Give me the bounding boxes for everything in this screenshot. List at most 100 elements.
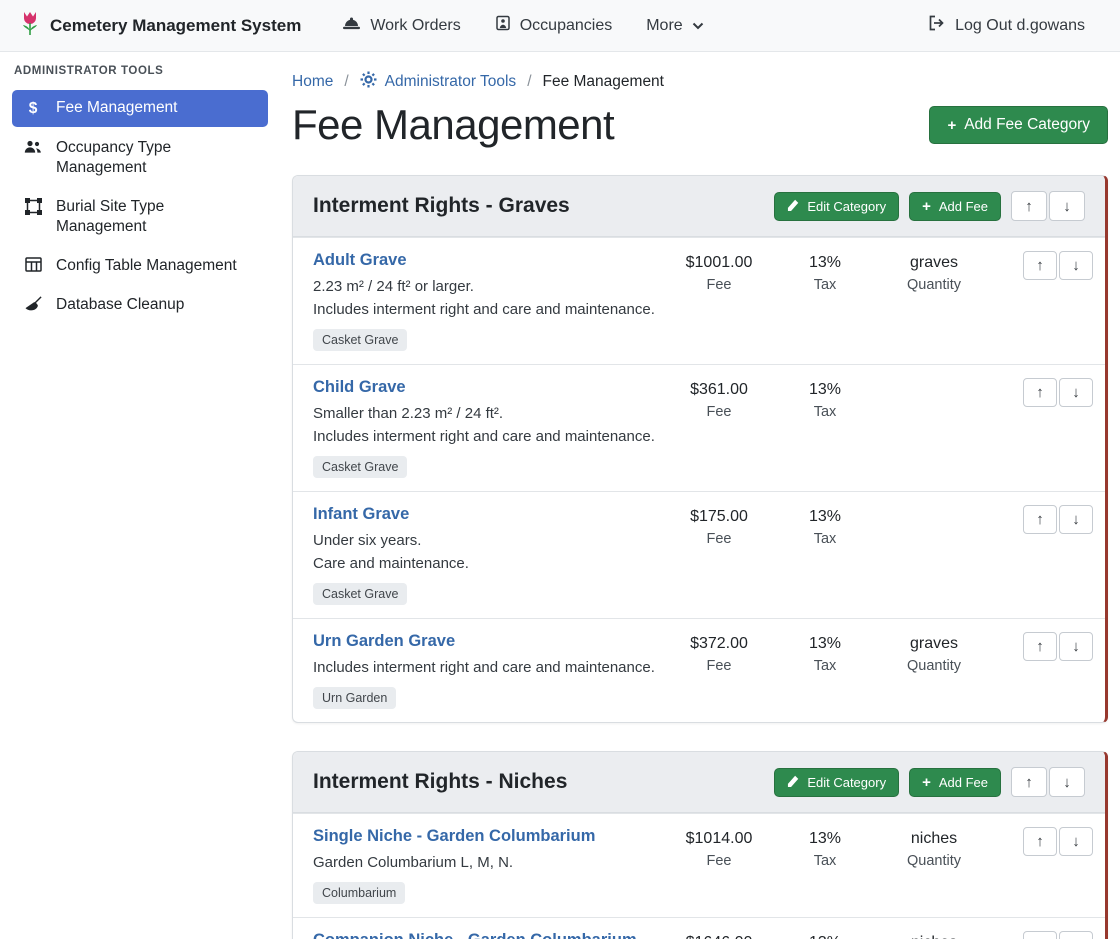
- fee-amount: $175.00: [663, 506, 775, 528]
- nav-work-orders[interactable]: Work Orders: [327, 8, 475, 44]
- tax-value: 13%: [775, 828, 875, 850]
- sidebar-item-occupancy-type-management[interactable]: Occupancy Type Management: [12, 130, 268, 186]
- tax-cell: 13% Tax: [775, 505, 875, 547]
- fee-description: Includes interment right and care and ma…: [313, 298, 663, 321]
- fee-description: Care and maintenance.: [313, 552, 663, 575]
- fee-description: Under six years.: [313, 529, 663, 552]
- category-move-up-button[interactable]: ↑: [1011, 767, 1047, 797]
- vector-square-icon: [23, 198, 43, 215]
- fee-move-down-button[interactable]: ↓: [1059, 931, 1093, 939]
- fee-name-link[interactable]: Companion Niche - Garden Columbarium: [313, 931, 637, 939]
- category-move-up-button[interactable]: ↑: [1011, 191, 1047, 221]
- edit-category-label: Edit Category: [807, 199, 886, 214]
- sidebar-item-config-table-management[interactable]: Config Table Management: [12, 248, 268, 284]
- tax-value: 13%: [775, 633, 875, 655]
- fee-type-badge: Casket Grave: [313, 583, 407, 605]
- category-move-down-button[interactable]: ↓: [1049, 767, 1085, 797]
- fee-move-up-button[interactable]: ↑: [1023, 378, 1057, 407]
- nav-work-orders-label: Work Orders: [370, 17, 460, 35]
- occupancies-icon: [495, 15, 511, 36]
- add-fee-label: Add Fee: [939, 199, 988, 214]
- sidebar-item-label: Occupancy Type Management: [56, 138, 257, 178]
- nav-occupancies[interactable]: Occupancies: [480, 7, 628, 44]
- fee-type-badge: Casket Grave: [313, 456, 407, 478]
- quantity-value: graves: [875, 252, 993, 274]
- fee-amount-label: Fee: [663, 658, 775, 674]
- fee-name-link[interactable]: Infant Grave: [313, 505, 409, 524]
- nav-more-label: More: [646, 17, 682, 35]
- tax-label: Tax: [775, 277, 875, 293]
- fee-name-link[interactable]: Single Niche - Garden Columbarium: [313, 827, 595, 846]
- logout-label: Log Out d.gowans: [955, 17, 1085, 35]
- tax-cell: 13% Tax: [775, 251, 875, 293]
- breadcrumb-admin-tools-link[interactable]: Administrator Tools: [360, 71, 517, 93]
- sidebar-item-database-cleanup[interactable]: Database Cleanup: [12, 287, 268, 323]
- add-fee-category-button[interactable]: + Add Fee Category: [929, 106, 1108, 144]
- sidebar-item-fee-management[interactable]: $ Fee Management: [12, 90, 268, 127]
- fee-info: Single Niche - Garden Columbarium Garden…: [313, 827, 663, 904]
- fee-name-link[interactable]: Adult Grave: [313, 251, 407, 270]
- tax-value: 13%: [775, 506, 875, 528]
- quantity-cell: niches Quantity: [875, 931, 993, 939]
- sidebar-item-label: Config Table Management: [56, 256, 237, 276]
- fee-name-link[interactable]: Child Grave: [313, 378, 406, 397]
- fee-name-link[interactable]: Urn Garden Grave: [313, 632, 455, 651]
- edit-category-button[interactable]: Edit Category: [774, 768, 899, 797]
- fee-amount-cell: $1001.00 Fee: [663, 251, 775, 293]
- nav-more[interactable]: More: [631, 9, 718, 43]
- sidebar-item-burial-site-type-management[interactable]: Burial Site Type Management: [12, 189, 268, 245]
- users-icon: [23, 139, 43, 155]
- fee-move-down-button[interactable]: ↓: [1059, 505, 1093, 534]
- breadcrumb-home-link[interactable]: Home: [292, 73, 333, 91]
- top-navbar: Cemetery Management System Work Orders O…: [0, 0, 1120, 52]
- fee-amount-label: Fee: [663, 531, 775, 547]
- fee-description: Includes interment right and care and ma…: [313, 425, 663, 448]
- fee-info: Urn Garden Grave Includes interment righ…: [313, 632, 663, 709]
- category-move-down-button[interactable]: ↓: [1049, 191, 1085, 221]
- breadcrumb-separator: /: [344, 73, 348, 91]
- quantity-cell: [875, 505, 993, 506]
- nav-occupancies-label: Occupancies: [520, 17, 613, 35]
- fee-move-up-button[interactable]: ↑: [1023, 632, 1057, 661]
- fee-move-up-button[interactable]: ↑: [1023, 931, 1057, 939]
- fee-move-up-button[interactable]: ↑: [1023, 827, 1057, 856]
- fee-amount-cell: $1646.00 Fee: [663, 931, 775, 939]
- page-title: Fee Management: [292, 101, 614, 149]
- plus-icon: +: [922, 199, 931, 214]
- add-fee-button[interactable]: + Add Fee: [909, 768, 1001, 797]
- dollar-icon: $: [23, 99, 43, 119]
- fee-move-up-button[interactable]: ↑: [1023, 505, 1057, 534]
- quantity-value: niches: [875, 932, 993, 939]
- fee-description: Garden Columbarium L, M, N.: [313, 851, 663, 874]
- app-title: Cemetery Management System: [50, 16, 301, 36]
- quantity-label: Quantity: [875, 853, 993, 869]
- edit-category-button[interactable]: Edit Category: [774, 192, 899, 221]
- quantity-cell: niches Quantity: [875, 827, 993, 869]
- fee-description: Smaller than 2.23 m² / 24 ft².: [313, 402, 663, 425]
- main-content: Home /: [280, 52, 1120, 939]
- fee-row: Single Niche - Garden Columbarium Garden…: [293, 813, 1105, 917]
- app-brand[interactable]: Cemetery Management System: [20, 10, 301, 42]
- add-fee-button[interactable]: + Add Fee: [909, 192, 1001, 221]
- fee-amount-label: Fee: [663, 404, 775, 420]
- logout-link[interactable]: Log Out d.gowans: [913, 7, 1100, 44]
- tax-label: Tax: [775, 658, 875, 674]
- fee-row: Companion Niche - Garden Columbarium Gar…: [293, 917, 1105, 939]
- fee-amount: $1001.00: [663, 252, 775, 274]
- quantity-cell: graves Quantity: [875, 632, 993, 674]
- tax-cell: 13% Tax: [775, 931, 875, 939]
- add-fee-label: Add Fee: [939, 775, 988, 790]
- category-card-graves: Interment Rights - Graves Edit Category …: [292, 175, 1108, 723]
- fee-move-down-button[interactable]: ↓: [1059, 827, 1093, 856]
- fee-move-down-button[interactable]: ↓: [1059, 378, 1093, 407]
- fee-amount: $372.00: [663, 633, 775, 655]
- fee-move-up-button[interactable]: ↑: [1023, 251, 1057, 280]
- fee-move-down-button[interactable]: ↓: [1059, 632, 1093, 661]
- tax-value: 13%: [775, 379, 875, 401]
- pencil-icon: [787, 775, 799, 790]
- sidebar-heading: ADMINISTRATOR TOOLS: [0, 65, 280, 87]
- fee-type-badge: Columbarium: [313, 882, 405, 904]
- fee-amount-cell: $372.00 Fee: [663, 632, 775, 674]
- fee-row: Child Grave Smaller than 2.23 m² / 24 ft…: [293, 364, 1105, 491]
- fee-move-down-button[interactable]: ↓: [1059, 251, 1093, 280]
